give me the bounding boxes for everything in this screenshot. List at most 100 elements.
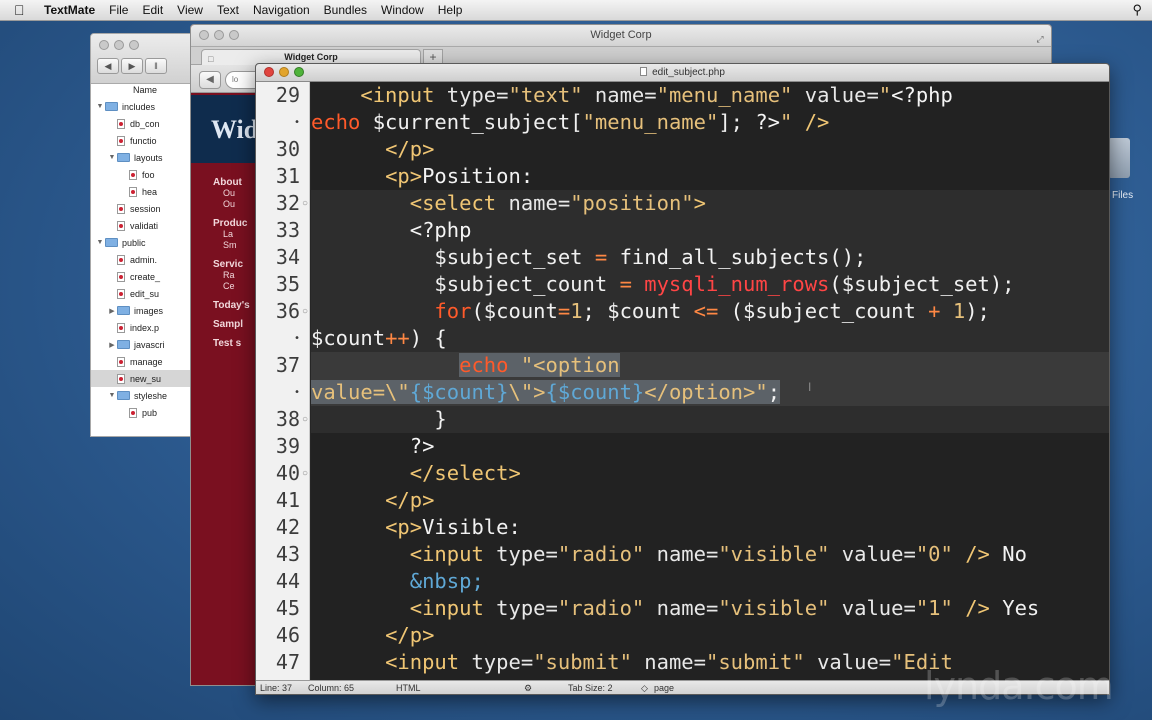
code-line[interactable]: for($count=1; $count <= ($subject_count … (311, 298, 1109, 325)
code-line[interactable]: </p> (311, 622, 1109, 649)
tree-file-row[interactable]: functio (91, 132, 199, 149)
fold-marker-icon[interactable]: ○ (300, 460, 310, 487)
tree-folder-row[interactable]: ▼ layouts (91, 149, 199, 166)
fold-marker-icon[interactable]: ○ (300, 298, 310, 325)
code-line[interactable]: $subject_set = find_all_subjects(); (311, 244, 1109, 271)
settings-gear-icon[interactable]: ⚙ (524, 681, 532, 694)
disclosure-triangle-icon[interactable]: ▼ (95, 239, 105, 246)
code-line[interactable]: <input type="radio" name="visible" value… (311, 541, 1109, 568)
tree-file-row[interactable]: pub (91, 404, 199, 421)
minimize-button[interactable] (114, 40, 124, 50)
tree-file-row[interactable]: index.p (91, 319, 199, 336)
disclosure-triangle-icon[interactable]: ▼ (107, 392, 117, 399)
tree-item-label: includes (122, 101, 156, 112)
view-columns-button[interactable]: ‖ (145, 58, 167, 74)
code-line-current[interactable]: value=\"{$count}\">{$count}</option>"; (311, 379, 1109, 406)
code-line[interactable]: <?php (311, 217, 1109, 244)
apple-icon[interactable]:  (14, 2, 34, 18)
code-line[interactable]: $count++) { (311, 325, 1109, 352)
code-area[interactable]: <input type="text" name="menu_name" valu… (311, 82, 1109, 680)
fullscreen-icon[interactable]: ⤢ (1035, 29, 1045, 44)
editor-minimize-button[interactable] (279, 67, 289, 77)
tree-file-row[interactable]: admin. (91, 251, 199, 268)
menu-file[interactable]: File (109, 3, 128, 17)
project-window-titlebar: ◀ ▶ ‖ (91, 34, 199, 84)
code-line[interactable]: <p>Position: (311, 163, 1109, 190)
zoom-button[interactable] (129, 40, 139, 50)
disclosure-triangle-icon[interactable]: ▶ (107, 307, 117, 315)
code-line-current[interactable]: echo "<option (311, 352, 1109, 379)
code-line[interactable]: &nbsp; (311, 568, 1109, 595)
status-column: Column: 65 (308, 683, 355, 693)
menu-view[interactable]: View (177, 3, 203, 17)
tree-folder-row[interactable]: ▼ includes (91, 98, 199, 115)
folder-icon (117, 306, 130, 315)
code-line[interactable]: <p>Visible: (311, 514, 1109, 541)
disclosure-triangle-icon[interactable]: ▼ (107, 154, 117, 161)
tree-item-label: edit_su (130, 288, 160, 299)
menu-navigation[interactable]: Navigation (253, 3, 310, 17)
fold-marker-icon[interactable]: ○ (300, 406, 310, 433)
browser-titlebar: Widget Corp ⤢ (191, 25, 1051, 47)
line-number: 36 (275, 299, 300, 323)
forward-button[interactable]: ▶ (121, 58, 143, 74)
editor-close-button[interactable] (264, 67, 274, 77)
code-line[interactable]: </p> (311, 487, 1109, 514)
back-button[interactable]: ◀ (97, 58, 119, 74)
browser-zoom-button[interactable] (229, 30, 239, 40)
symbol-icon[interactable]: ◇ (641, 681, 648, 694)
tree-file-row[interactable]: edit_su (91, 285, 199, 302)
menu-bundles[interactable]: Bundles (324, 3, 367, 17)
line-number: 30 (275, 137, 300, 161)
disclosure-triangle-icon[interactable]: ▶ (107, 341, 117, 349)
symbol-selector[interactable]: page (654, 681, 674, 694)
file-tree: ▼ includes db_con functio ▼ layouts foo hea sess… (91, 98, 199, 421)
tree-file-row[interactable]: manage (91, 353, 199, 370)
tab-close-icon[interactable]: □ (208, 52, 213, 66)
desktop-drive-icon[interactable] (1108, 138, 1130, 178)
code-line[interactable]: echo $current_subject["menu_name"]; ?>" … (311, 109, 1109, 136)
browser-close-button[interactable] (199, 30, 209, 40)
line-number-gutter[interactable]: 29 • 30 31 32 ○ 33 34 35 36 ○ • 37 • 38 ○ 39 40 ○ 41 42 43 44 4… (256, 82, 310, 680)
php-file-icon (640, 67, 648, 76)
menu-help[interactable]: Help (438, 3, 463, 17)
code-line[interactable]: </select> (311, 460, 1109, 487)
tree-folder-row[interactable]: ▶ images (91, 302, 199, 319)
close-button[interactable] (99, 40, 109, 50)
code-line[interactable]: <input type="radio" name="visible" value… (311, 595, 1109, 622)
file-icon (117, 135, 125, 146)
spotlight-search-icon[interactable]: ⚲ (1132, 2, 1142, 18)
code-line[interactable]: $subject_count = mysqli_num_rows($subjec… (311, 271, 1109, 298)
tree-file-row[interactable]: new_su (91, 370, 199, 387)
tree-folder-row[interactable]: ▼ styleshe (91, 387, 199, 404)
tree-file-row[interactable]: create_ (91, 268, 199, 285)
tree-file-row[interactable]: hea (91, 183, 199, 200)
tree-item-label: javascri (134, 339, 165, 350)
menu-textmate[interactable]: TextMate (44, 3, 95, 17)
menu-edit[interactable]: Edit (142, 3, 163, 17)
browser-back-button[interactable]: ◀ (199, 71, 221, 89)
disclosure-triangle-icon[interactable]: ▼ (95, 103, 105, 110)
tree-file-row[interactable]: foo (91, 166, 199, 183)
browser-minimize-button[interactable] (214, 30, 224, 40)
code-line[interactable]: ?> (311, 433, 1109, 460)
menu-text[interactable]: Text (217, 3, 239, 17)
tab-size-selector[interactable]: Tab Size: 2 (568, 681, 613, 694)
code-line[interactable]: </p> (311, 136, 1109, 163)
code-line[interactable]: <select name="position"> (311, 190, 1109, 217)
tree-file-row[interactable]: session (91, 200, 199, 217)
column-header-name[interactable]: Name (133, 85, 157, 95)
tree-folder-row[interactable]: ▼ public (91, 234, 199, 251)
line-number: 34 (275, 245, 300, 269)
editor-zoom-button[interactable] (294, 67, 304, 77)
tree-file-row[interactable]: db_con (91, 115, 199, 132)
line-number: 31 (275, 164, 300, 188)
tree-folder-row[interactable]: ▶ javascri (91, 336, 199, 353)
line-number: 42 (275, 515, 300, 539)
code-line[interactable]: <input type="text" name="menu_name" valu… (311, 82, 1109, 109)
code-line[interactable]: } (311, 406, 1109, 433)
fold-marker-icon[interactable]: ○ (300, 190, 310, 217)
tree-file-row[interactable]: validati (91, 217, 199, 234)
language-selector[interactable]: HTML (396, 681, 421, 694)
menu-window[interactable]: Window (381, 3, 424, 17)
